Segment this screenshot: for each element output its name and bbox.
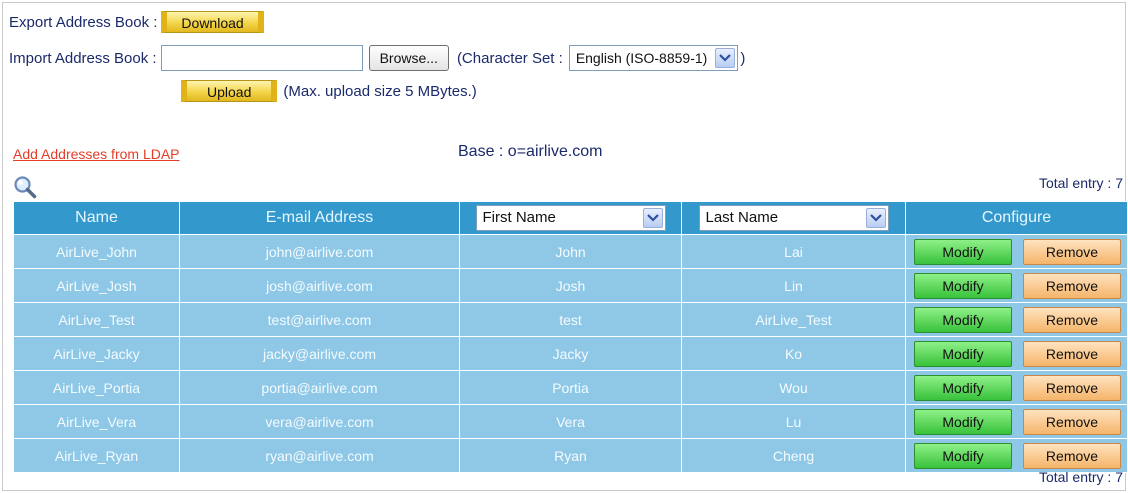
cell-email: john@airlive.com <box>179 234 460 269</box>
cell-email: ryan@airlive.com <box>179 438 460 473</box>
address-table: Name E-mail Address First Name Last Name <box>13 201 1128 473</box>
col-last-name-header: Last Name <box>681 201 906 235</box>
col-email-header[interactable]: E-mail Address <box>179 201 460 235</box>
chevron-down-icon[interactable] <box>642 208 663 228</box>
remove-button[interactable]: Remove <box>1023 238 1121 265</box>
cell-configure: Modify Remove <box>905 404 1128 439</box>
modify-button[interactable]: Modify <box>914 238 1012 265</box>
add-from-ldap-link[interactable]: Add Addresses from LDAP <box>13 146 180 162</box>
total-entry-bottom: Total entry : 7 <box>1038 469 1123 485</box>
export-label: Export Address Book : <box>9 13 158 31</box>
cell-name: AirLive_Vera <box>13 404 180 439</box>
cell-configure: Modify Remove <box>905 268 1128 303</box>
cell-last-name: Lu <box>681 404 906 439</box>
remove-button[interactable]: Remove <box>1023 408 1121 435</box>
address-book-panel: Export Address Book : Download Import Ad… <box>2 2 1128 491</box>
cell-last-name: Wou <box>681 370 906 405</box>
cell-last-name: AirLive_Test <box>681 302 906 337</box>
export-row: Export Address Book : Download <box>9 11 264 33</box>
cell-name: AirLive_Ryan <box>13 438 180 473</box>
charset-select[interactable]: English (ISO-8859-1) <box>568 45 739 71</box>
ldap-base: Base : o=airlive.com <box>458 143 603 160</box>
table-row: AirLive_Ryan ryan@airlive.com Ryan Cheng… <box>13 438 1128 473</box>
cell-email: portia@airlive.com <box>179 370 460 405</box>
total-entry-top: Total entry : 7 <box>1038 175 1123 191</box>
upload-row: Upload (Max. upload size 5 MBytes.) <box>181 80 477 102</box>
cell-first-name: Portia <box>459 370 682 405</box>
modify-button[interactable]: Modify <box>914 408 1012 435</box>
cell-name: AirLive_Test <box>13 302 180 337</box>
col-first-name-header: First Name <box>459 201 682 235</box>
remove-button[interactable]: Remove <box>1023 306 1121 333</box>
charset-label: (Character Set : <box>456 49 563 67</box>
cell-first-name: John <box>459 234 682 269</box>
modify-button[interactable]: Modify <box>914 272 1012 299</box>
upload-note: (Max. upload size 5 MBytes.) <box>283 82 477 100</box>
cell-last-name: Lai <box>681 234 906 269</box>
table-row: AirLive_Vera vera@airlive.com Vera Lu Mo… <box>13 404 1128 439</box>
cell-configure: Modify Remove <box>905 438 1128 473</box>
download-button[interactable]: Download <box>161 11 264 33</box>
last-name-select-value: Last Name <box>705 209 779 226</box>
cell-email: jacky@airlive.com <box>179 336 460 371</box>
remove-button[interactable]: Remove <box>1023 272 1121 299</box>
modify-button[interactable]: Modify <box>914 442 1012 469</box>
cell-first-name: Josh <box>459 268 682 303</box>
cell-first-name: Ryan <box>459 438 682 473</box>
modify-button[interactable]: Modify <box>914 340 1012 367</box>
last-name-select[interactable]: Last Name <box>698 205 889 231</box>
import-file-input[interactable] <box>160 45 363 71</box>
cell-name: AirLive_Jacky <box>13 336 180 371</box>
cell-last-name: Cheng <box>681 438 906 473</box>
cell-email: vera@airlive.com <box>179 404 460 439</box>
remove-button[interactable]: Remove <box>1023 442 1121 469</box>
cell-email: test@airlive.com <box>179 302 460 337</box>
cell-configure: Modify Remove <box>905 336 1128 371</box>
col-name-header[interactable]: Name <box>13 201 180 235</box>
cell-configure: Modify Remove <box>905 234 1128 269</box>
search-icon[interactable] <box>13 175 37 199</box>
cell-name: AirLive_Portia <box>13 370 180 405</box>
col-configure-header: Configure <box>905 201 1128 235</box>
import-label: Import Address Book : <box>9 49 157 67</box>
modify-button[interactable]: Modify <box>914 306 1012 333</box>
cell-configure: Modify Remove <box>905 302 1128 337</box>
cell-last-name: Ko <box>681 336 906 371</box>
cell-configure: Modify Remove <box>905 370 1128 405</box>
cell-email: josh@airlive.com <box>179 268 460 303</box>
chevron-down-icon[interactable] <box>715 48 736 68</box>
table-header: Name E-mail Address First Name Last Name <box>13 201 1128 235</box>
browse-button[interactable]: Browse... <box>368 45 449 71</box>
import-row: Import Address Book : Browse... (Charact… <box>9 45 745 71</box>
first-name-select[interactable]: First Name <box>475 205 666 231</box>
cell-name: AirLive_John <box>13 234 180 269</box>
first-name-select-value: First Name <box>482 209 556 226</box>
cell-last-name: Lin <box>681 268 906 303</box>
table-row: AirLive_Jacky jacky@airlive.com Jacky Ko… <box>13 336 1128 371</box>
cell-first-name: test <box>459 302 682 337</box>
charset-close: ) <box>740 49 746 67</box>
cell-name: AirLive_Josh <box>13 268 180 303</box>
chevron-down-icon[interactable] <box>865 208 886 228</box>
upload-button[interactable]: Upload <box>181 80 278 102</box>
charset-value: English (ISO-8859-1) <box>575 50 708 66</box>
remove-button[interactable]: Remove <box>1023 374 1121 401</box>
table-row: AirLive_Test test@airlive.com test AirLi… <box>13 302 1128 337</box>
cell-first-name: Jacky <box>459 336 682 371</box>
table-row: AirLive_Portia portia@airlive.com Portia… <box>13 370 1128 405</box>
cell-first-name: Vera <box>459 404 682 439</box>
table-row: AirLive_John john@airlive.com John Lai M… <box>13 234 1128 269</box>
modify-button[interactable]: Modify <box>914 374 1012 401</box>
table-row: AirLive_Josh josh@airlive.com Josh Lin M… <box>13 268 1128 303</box>
remove-button[interactable]: Remove <box>1023 340 1121 367</box>
